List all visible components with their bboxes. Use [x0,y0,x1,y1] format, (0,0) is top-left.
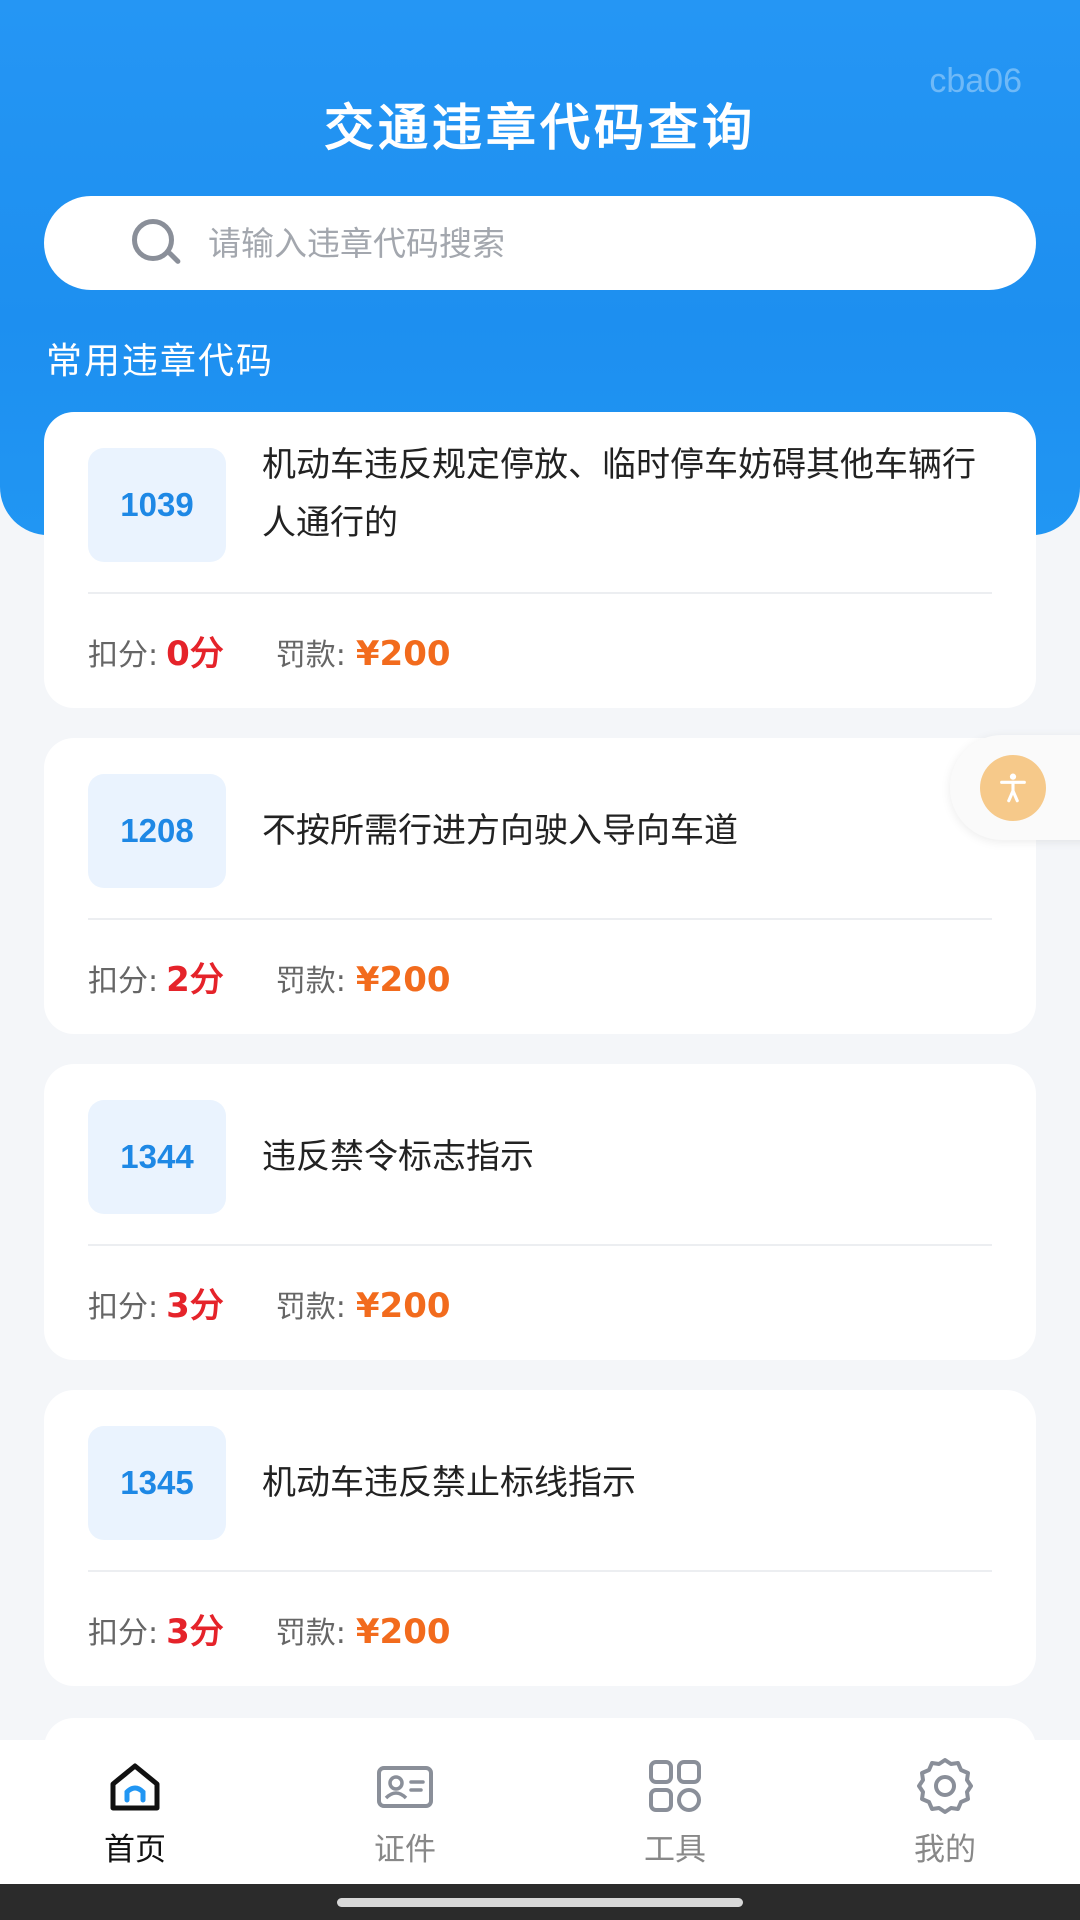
card-divider [88,592,992,594]
violation-card[interactable]: 1344 违反禁令标志指示 扣分: 3分 罚款: ¥200 [44,1064,1036,1360]
nav-label: 证件 [374,1832,436,1868]
fine-label: 罚款: [275,1616,346,1651]
accessibility-icon [980,755,1046,821]
violation-code: 1208 [88,774,226,888]
fine-label: 罚款: [275,964,346,999]
search-input[interactable] [208,223,968,263]
nav-item-documents[interactable]: 证件 [270,1740,540,1884]
points-label: 扣分: [88,638,159,673]
points-value: 2分 [166,960,224,1000]
points-value: 0分 [166,634,224,674]
violation-code: 1345 [88,1426,226,1540]
fine-value: ¥200 [355,1612,451,1652]
violation-description: 不按所需行进方向驶入导向车道 [262,811,738,851]
violation-meta: 扣分: 3分 罚款: ¥200 [88,1604,451,1653]
points-value: 3分 [166,1286,224,1326]
fine-value: ¥200 [355,960,451,1000]
card-divider [88,1244,992,1246]
points-label: 扣分: [88,1290,159,1325]
points-label: 扣分: [88,1616,159,1651]
system-gesture-bar [0,1884,1080,1920]
points-value: 3分 [166,1612,224,1652]
nav-label: 工具 [644,1832,706,1868]
violation-meta: 扣分: 2分 罚款: ¥200 [88,952,451,1001]
card-divider [88,918,992,920]
page-title: 交通违章代码查询 [324,99,756,157]
violation-card[interactable]: 1345 机动车违反禁止标线指示 扣分: 3分 罚款: ¥200 [44,1390,1036,1686]
fine-label: 罚款: [275,638,346,673]
violation-code: 1344 [88,1100,226,1214]
violation-description: 机动车违反规定停放、临时停车妨碍其他车辆行人通行的 [262,445,976,543]
violation-meta: 扣分: 3分 罚款: ¥200 [88,1278,451,1327]
violation-description: 违反禁令标志指示 [262,1137,534,1177]
search-icon [128,215,184,271]
id-card-icon [377,1766,433,1808]
fine-value: ¥200 [355,634,451,674]
nav-label: 我的 [914,1832,976,1868]
bottom-nav: 首页 证件 工具 我的 [0,1740,1080,1884]
nav-item-home[interactable]: 首页 [0,1740,270,1884]
violation-description: 机动车违反禁止标线指示 [262,1463,636,1503]
grid-tools-icon [649,1760,701,1812]
points-label: 扣分: [88,964,159,999]
violation-card[interactable]: 1208 不按所需行进方向驶入导向车道 扣分: 2分 罚款: ¥200 [44,738,1036,1034]
accessibility-button[interactable] [950,735,1080,840]
search-bar[interactable] [44,196,1036,290]
nav-item-profile[interactable]: 我的 [810,1740,1080,1884]
nav-label: 首页 [104,1832,166,1868]
fine-value: ¥200 [355,1286,451,1326]
violation-meta: 扣分: 0分 罚款: ¥200 [88,626,451,675]
card-divider [88,1570,992,1572]
gear-icon [917,1758,973,1814]
fine-label: 罚款: [275,1290,346,1325]
home-icon [110,1763,160,1811]
violation-code: 1039 [88,448,226,562]
home-indicator[interactable] [337,1898,743,1907]
section-title: 常用违章代码 [46,341,275,382]
nav-item-tools[interactable]: 工具 [540,1740,810,1884]
violation-card[interactable]: 1039 机动车违反规定停放、临时停车妨碍其他车辆行人通行的 扣分: 0分 罚款… [44,412,1036,708]
